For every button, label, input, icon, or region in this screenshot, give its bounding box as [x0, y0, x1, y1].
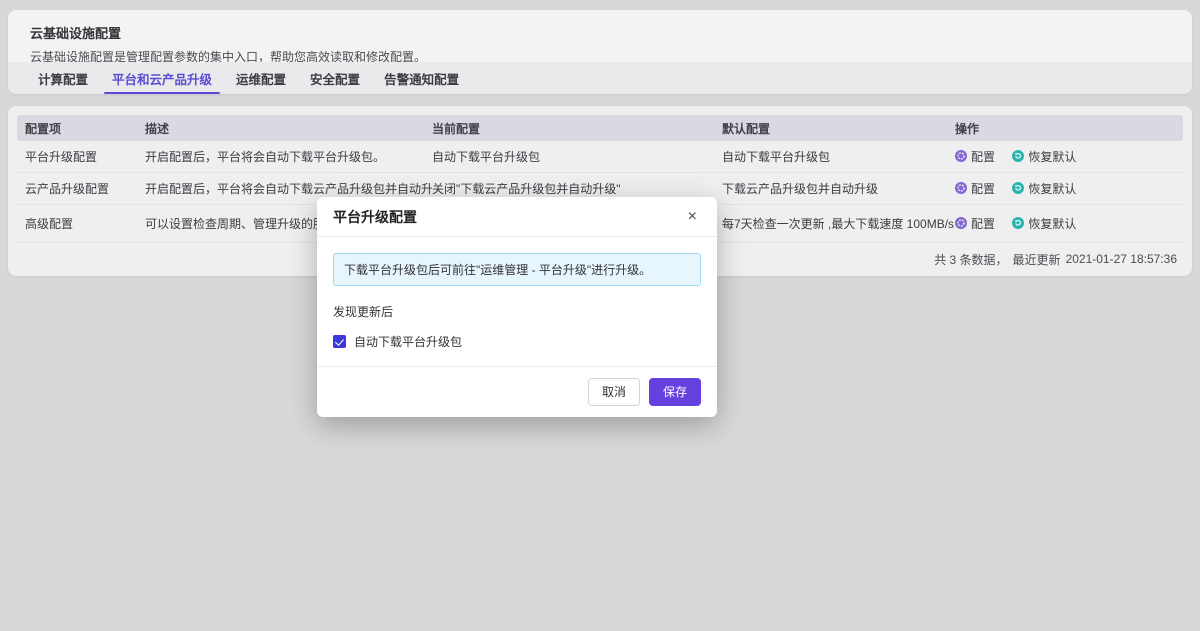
- gear-icon: [955, 182, 967, 194]
- config-item-name: 平台升级配置: [25, 148, 145, 165]
- configure-label: 配置: [971, 215, 995, 232]
- tab-label: 告警通知配置: [384, 69, 459, 88]
- restore-label: 恢复默认: [1028, 215, 1076, 232]
- config-item-default: 下载云产品升级包并自动升级: [722, 180, 955, 197]
- restore-default-action[interactable]: 恢复默认: [1012, 180, 1076, 197]
- last-updated-time: 2021-01-27 18:57:36: [1066, 252, 1177, 266]
- cancel-button[interactable]: 取消: [588, 378, 640, 406]
- config-item-description: 开启配置后，平台将会自动下载云产品升级包并自动升级。: [145, 180, 432, 197]
- restore-default-action[interactable]: 恢复默认: [1012, 148, 1076, 165]
- last-updated-label: 最近更新: [1013, 251, 1061, 268]
- checkbox-label[interactable]: 自动下载平台升级包: [354, 333, 462, 350]
- tab-alert-notification-config[interactable]: 告警通知配置: [376, 62, 467, 94]
- tab-label: 计算配置: [38, 69, 88, 88]
- checkbox-checked-icon[interactable]: [333, 335, 346, 348]
- header-card: 云基础设施配置 云基础设施配置是管理配置参数的集中入口，帮助您高效读取和修改配置…: [8, 10, 1192, 94]
- page-title: 云基础设施配置: [8, 10, 1192, 42]
- column-header-item: 配置项: [25, 120, 145, 137]
- tab-security-config[interactable]: 安全配置: [302, 62, 368, 94]
- config-item-description: 开启配置后，平台将会自动下载平台升级包。: [145, 148, 432, 165]
- restore-icon: [1012, 182, 1024, 194]
- dialog-header: 平台升级配置 ×: [317, 197, 717, 237]
- info-banner: 下载平台升级包后可前往"运维管理 - 平台升级"进行升级。: [333, 253, 701, 286]
- tab-bar: 计算配置 平台和云产品升级 运维配置 安全配置 告警通知配置: [8, 62, 1192, 94]
- configure-action[interactable]: 配置: [955, 180, 995, 197]
- config-item-current: 关闭"下载云产品升级包并自动升级": [432, 180, 722, 197]
- auto-download-checkbox-row: 自动下载平台升级包: [333, 333, 701, 350]
- close-icon[interactable]: ×: [684, 207, 701, 227]
- tab-label: 安全配置: [310, 69, 360, 88]
- row-actions: 配置 恢复默认: [955, 215, 1175, 233]
- restore-label: 恢复默认: [1028, 148, 1076, 165]
- configure-label: 配置: [971, 148, 995, 165]
- column-header-description: 描述: [145, 120, 432, 137]
- column-header-actions: 操作: [955, 120, 1175, 137]
- restore-label: 恢复默认: [1028, 180, 1076, 197]
- row-actions: 配置 恢复默认: [955, 148, 1175, 166]
- tab-platform-and-cloud-product-upgrade[interactable]: 平台和云产品升级: [104, 62, 220, 94]
- restore-icon: [1012, 150, 1024, 162]
- configure-label: 配置: [971, 180, 995, 197]
- tab-compute-config[interactable]: 计算配置: [30, 62, 96, 94]
- table-row: 平台升级配置 开启配置后，平台将会自动下载平台升级包。 自动下载平台升级包 自动…: [17, 141, 1183, 173]
- gear-icon: [955, 217, 967, 229]
- restore-default-action[interactable]: 恢复默认: [1012, 215, 1076, 232]
- row-actions: 配置 恢复默认: [955, 180, 1175, 198]
- config-item-default: 自动下载平台升级包: [722, 148, 955, 165]
- dialog-title: 平台升级配置: [333, 207, 417, 227]
- config-item-name: 高级配置: [25, 215, 145, 232]
- save-button[interactable]: 保存: [649, 378, 701, 406]
- dialog-footer: 取消 保存: [317, 366, 717, 417]
- gear-icon: [955, 150, 967, 162]
- tab-label: 运维配置: [236, 69, 286, 88]
- tab-ops-config[interactable]: 运维配置: [228, 62, 294, 94]
- configure-action[interactable]: 配置: [955, 215, 995, 232]
- platform-upgrade-config-dialog: 平台升级配置 × 下载平台升级包后可前往"运维管理 - 平台升级"进行升级。 发…: [317, 197, 717, 417]
- table-header-row: 配置项 描述 当前配置 默认配置 操作: [17, 115, 1183, 141]
- config-item-current: 自动下载平台升级包: [432, 148, 722, 165]
- config-item-name: 云产品升级配置: [25, 180, 145, 197]
- configure-action[interactable]: 配置: [955, 148, 995, 165]
- restore-icon: [1012, 217, 1024, 229]
- config-item-default: 每7天检查一次更新 ,最大下载速度 100MB/s: [722, 215, 955, 232]
- tab-label: 平台和云产品升级: [112, 69, 212, 88]
- dialog-body: 下载平台升级包后可前往"运维管理 - 平台升级"进行升级。 发现更新后 自动下载…: [317, 237, 717, 366]
- column-header-current: 当前配置: [432, 120, 722, 137]
- update-found-label: 发现更新后: [333, 303, 701, 320]
- record-count: 共 3 条数据，: [934, 251, 1007, 268]
- column-header-default: 默认配置: [722, 120, 955, 137]
